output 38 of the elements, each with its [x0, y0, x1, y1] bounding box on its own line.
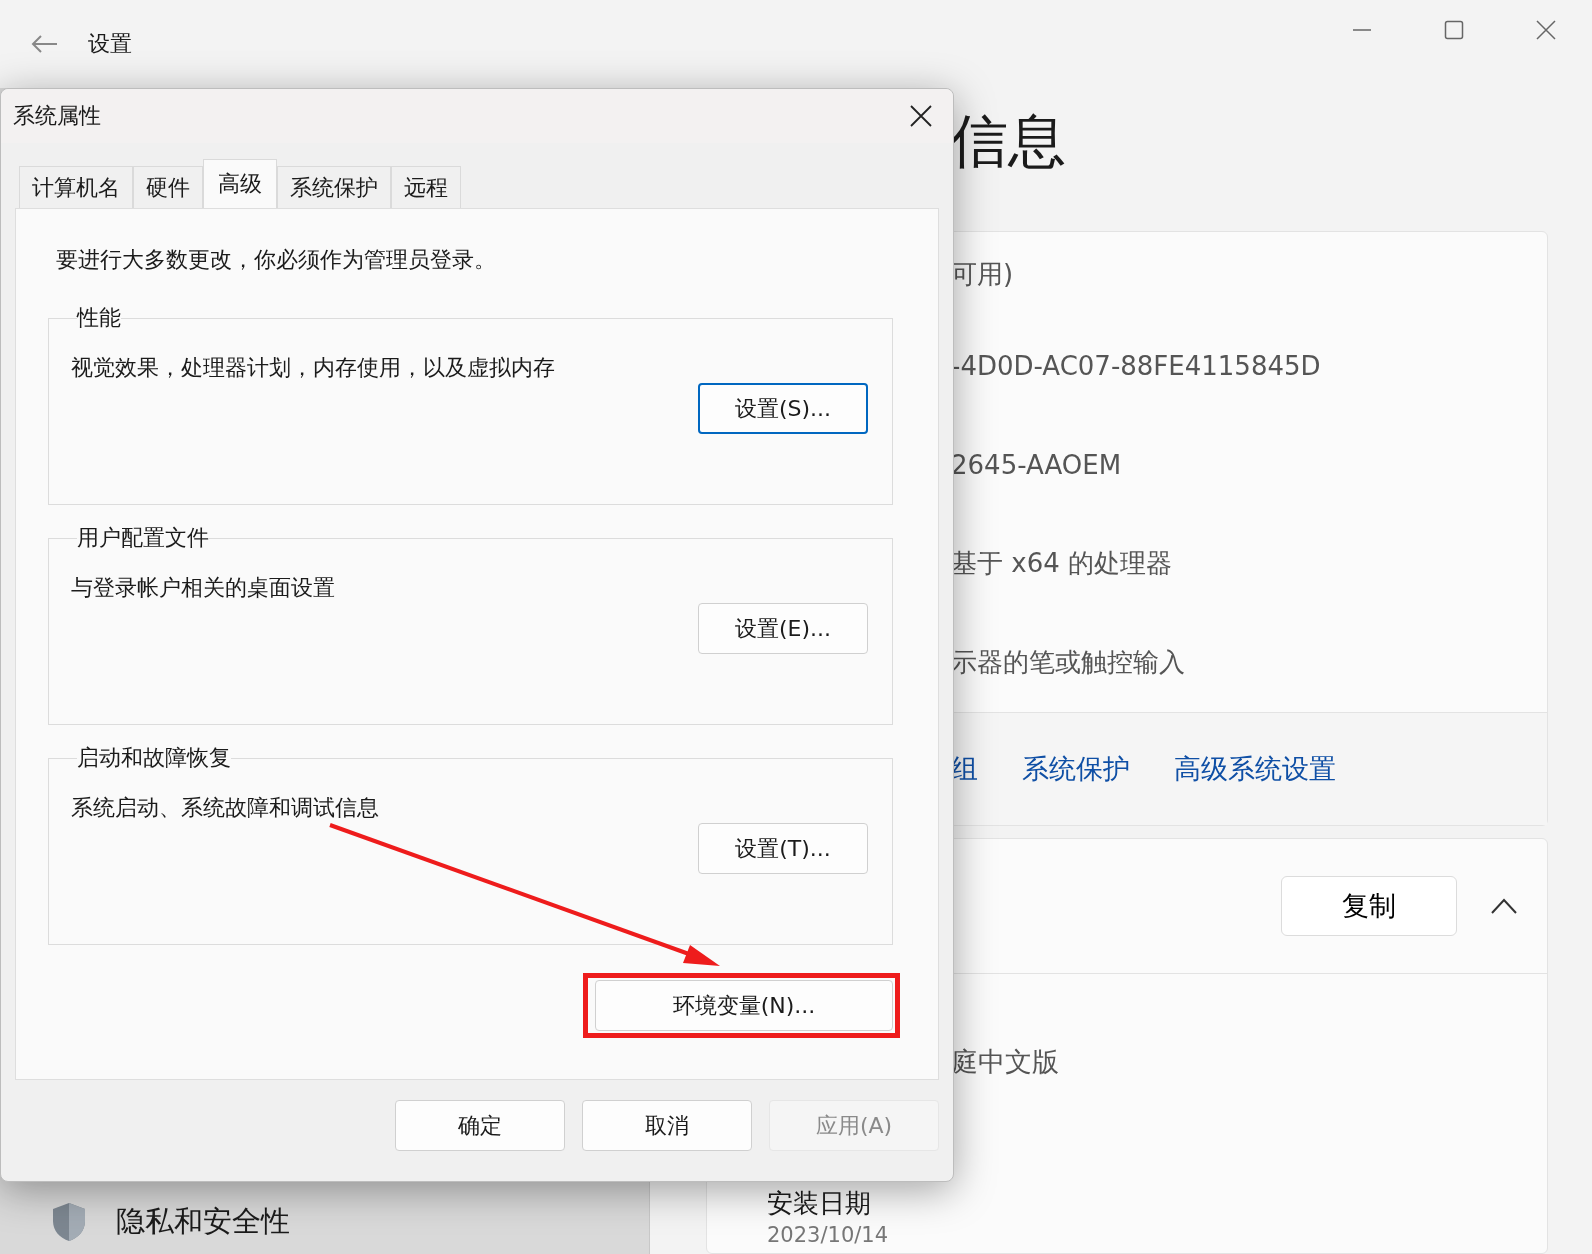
dialog-button[interactable]: 确定	[395, 1100, 565, 1151]
close-icon[interactable]	[909, 104, 933, 128]
tab[interactable]: 硬件	[133, 166, 203, 208]
dialog-title: 系统属性	[13, 102, 101, 130]
back-icon[interactable]	[30, 34, 58, 54]
edition-value: 庭中文版	[951, 1046, 1059, 1077]
group-title: 启动和故障恢复	[77, 745, 231, 770]
tab[interactable]: 远程	[391, 166, 461, 208]
group-description: 系统启动、系统故障和调试信息	[71, 794, 380, 822]
spec-value: 可用)	[951, 257, 1014, 291]
admin-notice: 要进行大多数更改，你必须作为管理员登录。	[56, 246, 497, 274]
group-description: 视觉效果，处理器计划，内存使用，以及虚拟内存	[71, 354, 556, 382]
related-link[interactable]: 高级系统设置	[1174, 751, 1336, 787]
settings-button[interactable]: 设置(T)...	[698, 823, 868, 874]
sidebar-item[interactable]: 隐私和安全性	[116, 1202, 290, 1242]
copy-button[interactable]: 复制	[1281, 876, 1457, 936]
dialog-button[interactable]: 取消	[582, 1100, 752, 1151]
tab[interactable]: 计算机名	[19, 166, 133, 208]
settings-button[interactable]: 设置(E)...	[698, 603, 868, 654]
chevron-up-icon[interactable]	[1491, 898, 1517, 914]
related-link[interactable]: 系统保护	[1022, 751, 1130, 787]
spec-value: 基于 x64 的处理器	[951, 547, 1172, 580]
page-heading: 信息	[950, 112, 1066, 170]
environment-variables-button[interactable]: 环境变量(N)...	[595, 980, 893, 1031]
maximize-icon[interactable]	[1444, 20, 1464, 40]
spec-value: -4D0D-AC07-88FE4115845D	[951, 350, 1321, 381]
install-date-value: 2023/10/14	[767, 1223, 889, 1247]
group-description: 与登录帐户相关的桌面设置	[71, 574, 336, 602]
spec-value: 2645-AAOEM	[951, 449, 1122, 480]
shield-icon	[50, 1202, 88, 1242]
group-title: 用户配置文件	[77, 525, 209, 550]
install-date-label: 安装日期	[767, 1187, 872, 1220]
group-title: 性能	[77, 305, 121, 330]
app-title: 设置	[88, 30, 132, 58]
tab[interactable]: 系统保护	[277, 166, 391, 208]
spec-value: 示器的笔或触控输入	[951, 646, 1185, 679]
tab[interactable]: 高级	[203, 159, 277, 208]
settings-button[interactable]: 设置(S)...	[698, 383, 868, 434]
